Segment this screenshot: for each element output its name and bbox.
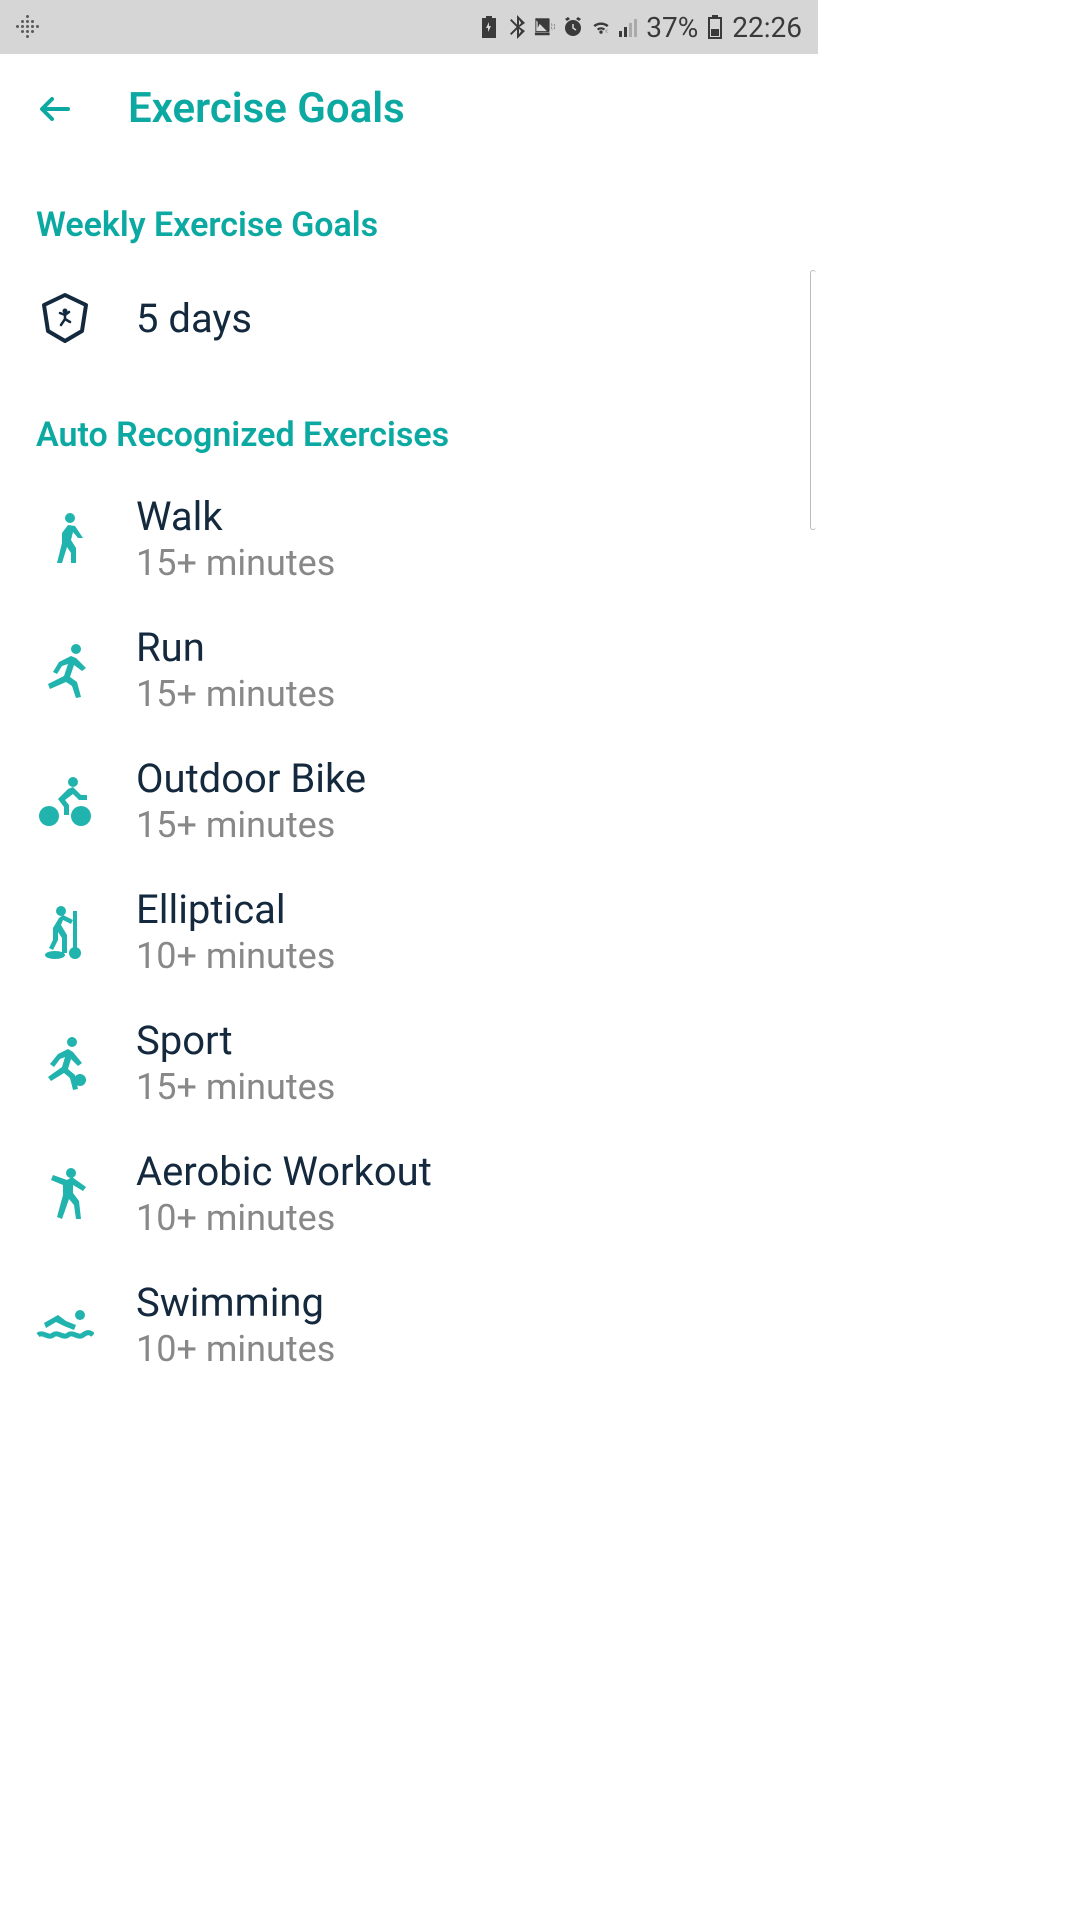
exercise-row-walk[interactable]: Walk 15+ minutes <box>0 473 818 604</box>
walk-icon <box>36 510 94 568</box>
exercise-name: Outdoor Bike <box>136 755 366 802</box>
page-header: Exercise Goals <box>0 54 818 163</box>
exercise-name: Run <box>136 624 335 671</box>
exercise-row-sport[interactable]: Sport 15+ minutes <box>0 997 818 1128</box>
battery-saver-icon <box>478 16 500 38</box>
exercise-row-aerobic[interactable]: Aerobic Workout 10+ minutes <box>0 1128 818 1259</box>
wifi-icon <box>590 16 612 38</box>
exercise-duration: 10+ minutes <box>136 1197 432 1239</box>
fitbit-icon <box>16 15 40 39</box>
run-icon <box>36 641 94 699</box>
exercise-row-elliptical[interactable]: Elliptical 10+ minutes <box>0 866 818 997</box>
exercise-text: Sport 15+ minutes <box>136 1017 335 1108</box>
battery-icon <box>704 16 726 38</box>
aerobic-icon <box>36 1165 94 1223</box>
exercise-text: Aerobic Workout 10+ minutes <box>136 1148 432 1239</box>
sport-icon <box>36 1034 94 1092</box>
back-button[interactable] <box>34 87 78 131</box>
exercise-duration: 15+ minutes <box>136 1066 335 1108</box>
exercise-duration: 15+ minutes <box>136 804 366 846</box>
alarm-icon <box>562 16 584 38</box>
elliptical-icon <box>36 903 94 961</box>
exercise-duration: 15+ minutes <box>136 673 335 715</box>
scrollbar[interactable] <box>810 270 816 530</box>
exercise-name: Elliptical <box>136 886 335 933</box>
auto-recognized-header: Auto Recognized Exercises <box>0 373 818 473</box>
exercise-duration: 15+ minutes <box>136 542 335 584</box>
signal-icon <box>618 16 640 38</box>
vibrate-icon <box>534 16 556 38</box>
weekly-goals-header: Weekly Exercise Goals <box>0 163 818 263</box>
exercise-duration: 10+ minutes <box>136 1328 335 1370</box>
battery-percent: 37% <box>646 11 698 44</box>
exercise-text: Walk 15+ minutes <box>136 493 335 584</box>
clock-time: 22:26 <box>732 11 802 44</box>
exercise-name: Aerobic Workout <box>136 1148 432 1195</box>
exercise-duration: 10+ minutes <box>136 935 335 977</box>
exercise-name: Walk <box>136 493 335 540</box>
back-arrow-icon <box>36 89 76 129</box>
exercise-text: Outdoor Bike 15+ minutes <box>136 755 366 846</box>
exercise-name: Swimming <box>136 1279 335 1326</box>
exercise-text: Run 15+ minutes <box>136 624 335 715</box>
exercise-text: Elliptical 10+ minutes <box>136 886 335 977</box>
status-right: 37% 22:26 <box>478 11 802 44</box>
exercise-text: Swimming 10+ minutes <box>136 1279 335 1370</box>
status-left <box>16 15 40 39</box>
exercise-row-run[interactable]: Run 15+ minutes <box>0 604 818 735</box>
shield-icon <box>36 289 94 347</box>
swim-icon <box>36 1296 94 1354</box>
exercise-row-swimming[interactable]: Swimming 10+ minutes <box>0 1259 818 1390</box>
weekly-goal-value: 5 days <box>136 295 252 342</box>
bluetooth-icon <box>506 16 528 38</box>
exercise-name: Sport <box>136 1017 335 1064</box>
weekly-goal-row[interactable]: 5 days <box>0 263 818 373</box>
page-title: Exercise Goals <box>128 84 405 133</box>
status-bar: 37% 22:26 <box>0 0 818 54</box>
bike-icon <box>36 772 94 830</box>
exercise-row-bike[interactable]: Outdoor Bike 15+ minutes <box>0 735 818 866</box>
